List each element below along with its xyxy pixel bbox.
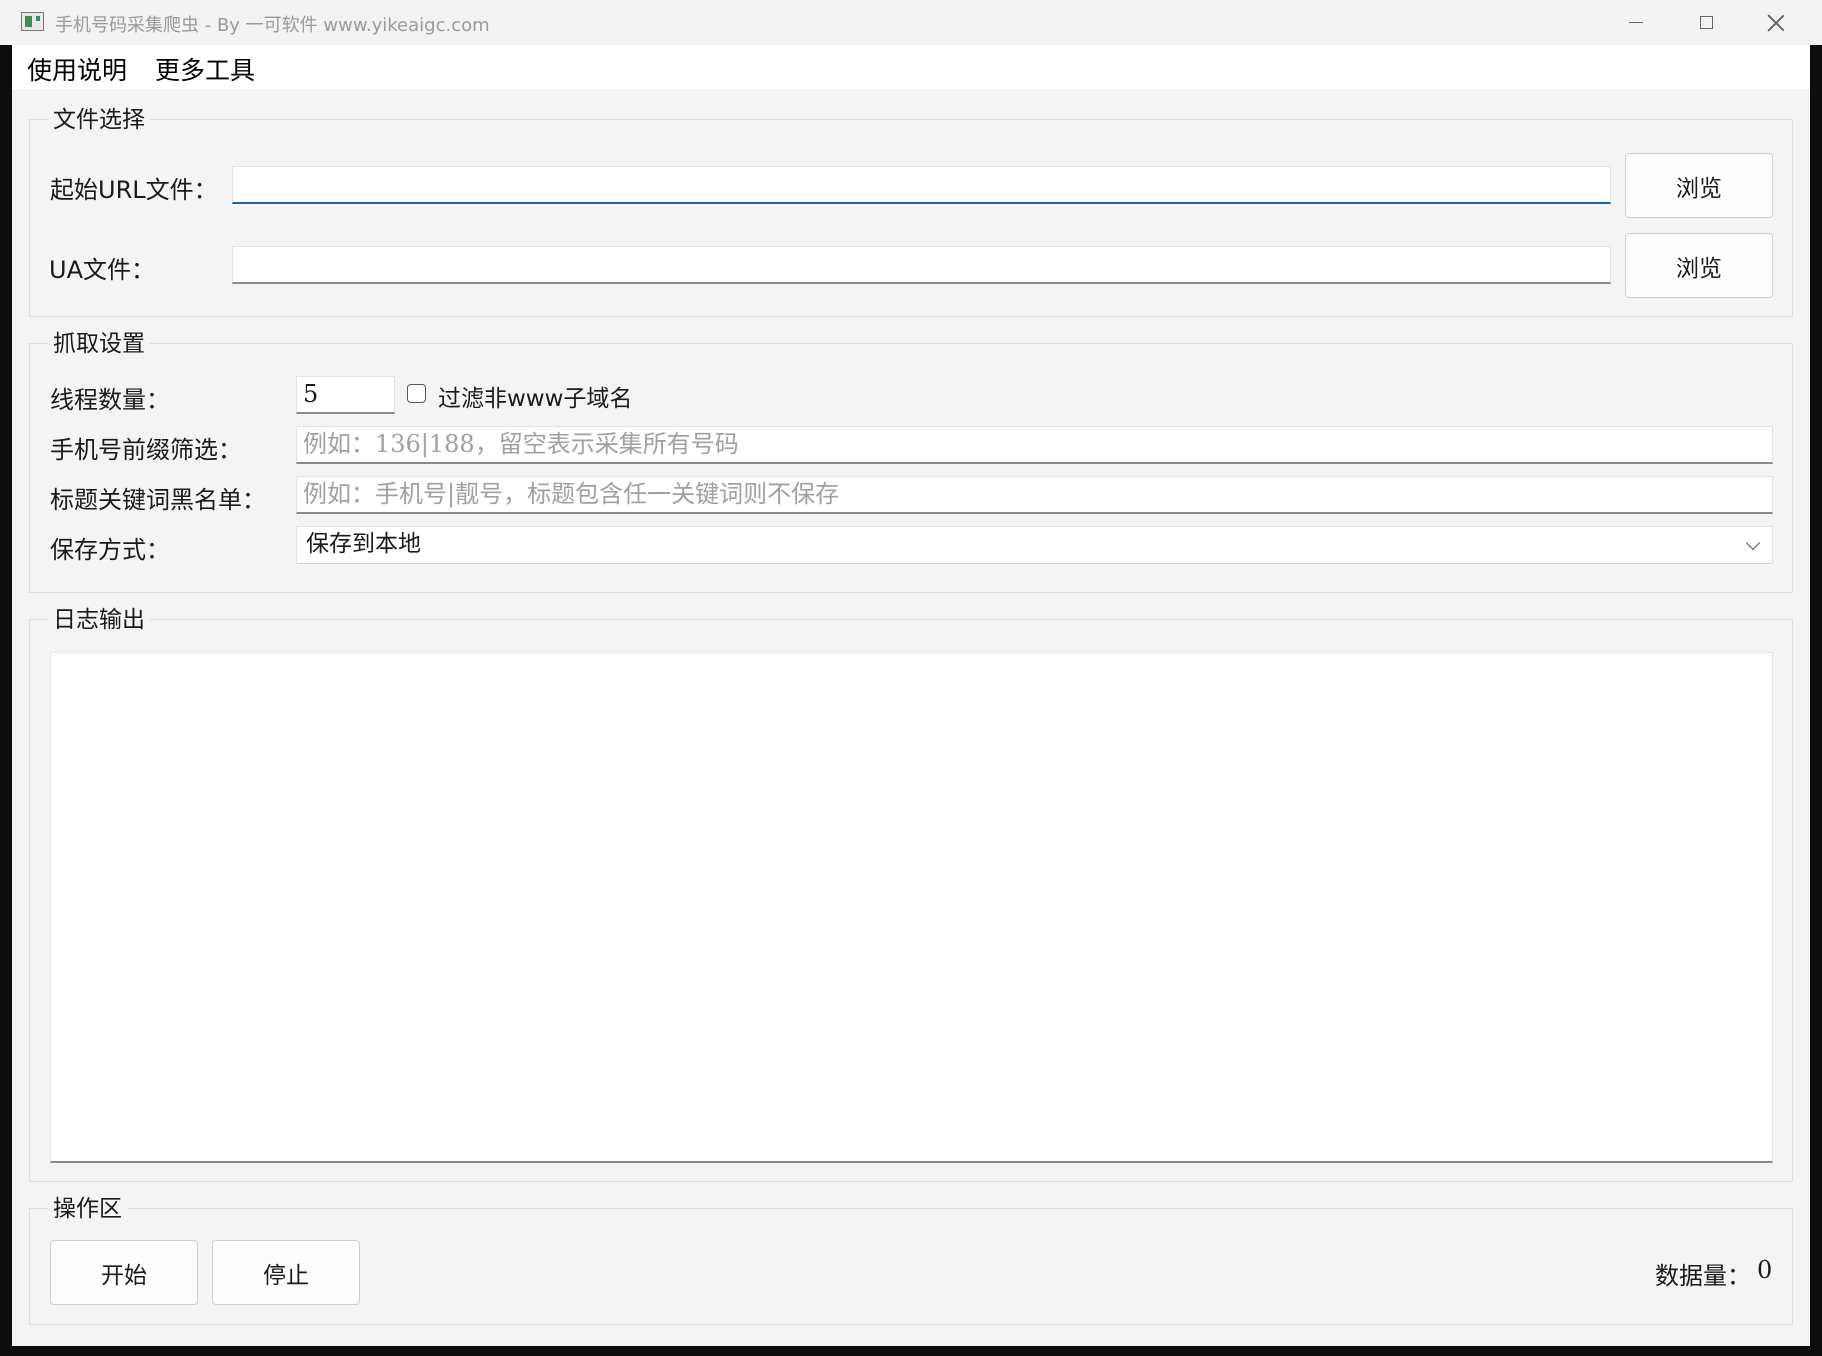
thread-count-label: 线程数量： — [50, 386, 170, 414]
data-count-label: 数据量： — [1655, 1262, 1751, 1290]
phone-prefix-input[interactable]: 例如：136|188，留空表示采集所有号码 — [296, 426, 1773, 464]
log-output-title: 日志输出 — [48, 600, 150, 634]
title-blacklist-label: 标题关键词黑名单： — [50, 486, 266, 514]
window-title: 手机号码采集爬虫 - By 一可软件 www.yikeaigc.com — [55, 15, 490, 36]
title-bar: 手机号码采集爬虫 - By 一可软件 www.yikeaigc.com — [0, 0, 1822, 45]
file-selection-title: 文件选择 — [48, 100, 150, 134]
app-window: 手机号码采集爬虫 - By 一可软件 www.yikeaigc.com 使用说明… — [0, 0, 1822, 1346]
crawl-settings-group: 抓取设置 线程数量： 5 过滤非www子域名 手机号前缀筛选： 例如：136|1… — [29, 324, 1793, 593]
start-button[interactable]: 开始 — [50, 1240, 198, 1305]
filter-subdomain-checkbox[interactable] — [407, 384, 426, 403]
title-blacklist-input[interactable]: 例如：手机号|靓号，标题包含任一关键词则不保存 — [296, 476, 1773, 514]
stop-button[interactable]: 停止 — [212, 1240, 360, 1305]
maximize-icon — [1699, 16, 1713, 29]
start-url-label: 起始URL文件： — [50, 176, 218, 204]
app-icon — [21, 12, 44, 31]
maximize-button[interactable] — [1671, 0, 1741, 45]
data-count-value: 0 — [1757, 1256, 1773, 1284]
menu-item-more-tools[interactable]: 更多工具 — [155, 51, 255, 87]
browse-url-button[interactable]: 浏览 — [1625, 153, 1773, 218]
ua-file-input[interactable] — [232, 246, 1611, 284]
minimize-icon — [1629, 22, 1643, 23]
menu-item-instructions[interactable]: 使用说明 — [27, 51, 127, 87]
filter-subdomain-label: 过滤非www子域名 — [438, 386, 633, 412]
phone-prefix-label: 手机号前缀筛选： — [50, 436, 242, 464]
phone-prefix-placeholder: 例如：136|188，留空表示采集所有号码 — [303, 430, 739, 458]
file-selection-group: 文件选择 起始URL文件： 浏览 UA文件： 浏览 — [29, 100, 1793, 317]
ua-file-label: UA文件： — [49, 256, 155, 284]
menu-bar: 使用说明 更多工具 — [12, 45, 1810, 89]
log-output-textarea[interactable] — [50, 652, 1773, 1163]
close-button[interactable] — [1741, 0, 1811, 45]
start-url-input[interactable] — [232, 166, 1611, 204]
thread-count-input[interactable]: 5 — [296, 376, 395, 414]
window-frame-left — [0, 45, 12, 1346]
minimize-button[interactable] — [1601, 0, 1671, 45]
title-blacklist-placeholder: 例如：手机号|靓号，标题包含任一关键词则不保存 — [303, 480, 840, 508]
crawl-settings-title: 抓取设置 — [48, 324, 150, 358]
window-frame-right — [1810, 45, 1822, 1346]
save-method-label: 保存方式： — [50, 536, 170, 564]
browse-ua-button[interactable]: 浏览 — [1625, 233, 1773, 298]
action-group-title: 操作区 — [48, 1189, 127, 1223]
action-group: 操作区 开始 停止 数据量： 0 — [29, 1189, 1793, 1325]
chevron-down-icon — [1745, 535, 1761, 551]
log-output-group: 日志输出 — [29, 600, 1793, 1182]
close-icon — [1767, 14, 1785, 32]
save-method-select[interactable]: 保存到本地 — [296, 526, 1773, 564]
save-method-value: 保存到本地 — [306, 531, 421, 557]
